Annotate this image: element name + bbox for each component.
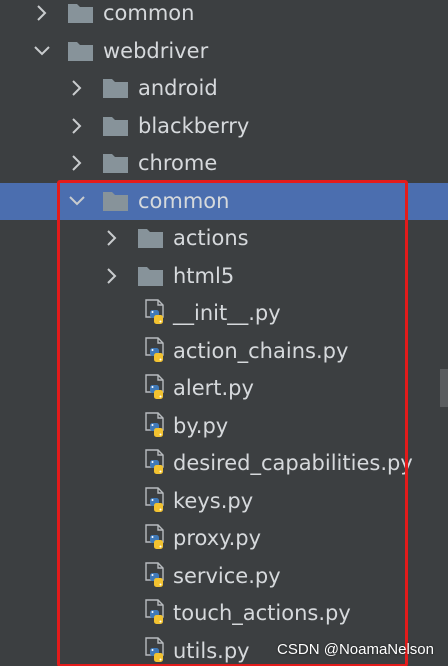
chevron-right-icon[interactable] xyxy=(102,228,122,248)
python-file-icon xyxy=(143,636,169,666)
tree-row[interactable]: html5 xyxy=(0,258,448,295)
tree-row[interactable]: proxy.py xyxy=(0,520,448,557)
tree-row[interactable]: touch_actions.py xyxy=(0,595,448,632)
tree-row[interactable]: by.py xyxy=(0,408,448,445)
chevron-right-icon[interactable] xyxy=(32,3,52,23)
python-file-icon xyxy=(143,336,169,370)
tree-row[interactable]: keys.py xyxy=(0,483,448,520)
chevron-right-icon[interactable] xyxy=(67,78,87,98)
tree-item-label: keys.py xyxy=(173,488,254,513)
tree-item-label: utils.py xyxy=(173,638,250,663)
tree-item-label: common xyxy=(103,1,195,25)
tree-item-label: by.py xyxy=(173,413,229,438)
tree-row[interactable]: actions xyxy=(0,220,448,257)
chevron-down-icon[interactable] xyxy=(67,191,87,211)
folder-icon xyxy=(137,227,164,254)
tree-item-label: chrome xyxy=(138,151,218,175)
tree-row[interactable]: desired_capabilities.py xyxy=(0,445,448,482)
tree-item-label: common xyxy=(138,188,230,213)
tree-row[interactable]: action_chains.py xyxy=(0,333,448,370)
python-file-icon xyxy=(143,599,169,632)
tree-row[interactable]: webdriver xyxy=(0,33,448,70)
project-tree: common webdriver android blackberry chro… xyxy=(0,0,448,666)
python-file-icon xyxy=(143,411,169,445)
python-file-icon xyxy=(143,524,169,557)
folder-icon xyxy=(102,152,129,179)
tree-item-label: touch_actions.py xyxy=(173,601,351,625)
tree-item-label: action_chains.py xyxy=(173,338,349,363)
tree-row[interactable]: android xyxy=(0,70,448,107)
chevron-right-icon[interactable] xyxy=(67,153,87,173)
python-file-icon xyxy=(143,561,169,595)
tree-row[interactable]: service.py xyxy=(0,558,448,595)
tree-row[interactable]: __init__.py xyxy=(0,295,448,332)
chevron-right-icon[interactable] xyxy=(67,116,87,136)
tree-row[interactable]: common xyxy=(0,0,448,32)
folder-icon xyxy=(102,115,129,142)
tree-item-label: __init__.py xyxy=(173,301,281,325)
python-file-icon xyxy=(143,486,169,520)
python-file-icon xyxy=(143,374,169,407)
tree-row[interactable]: chrome xyxy=(0,145,448,182)
tree-row[interactable]: alert.py xyxy=(0,370,448,407)
tree-item-label: android xyxy=(138,76,218,100)
chevron-right-icon[interactable] xyxy=(102,266,122,286)
folder-icon xyxy=(67,2,94,29)
tree-item-label: proxy.py xyxy=(173,526,261,550)
chevron-down-icon[interactable] xyxy=(32,41,52,61)
folder-icon xyxy=(102,190,129,217)
tree-item-label: alert.py xyxy=(173,376,254,400)
python-file-icon xyxy=(143,449,169,482)
tree-item-label: desired_capabilities.py xyxy=(173,451,413,475)
python-file-icon xyxy=(143,299,169,332)
folder-icon xyxy=(67,40,94,67)
vertical-scrollbar-thumb[interactable] xyxy=(440,369,448,407)
folder-icon xyxy=(102,77,129,104)
watermark: CSDN @NoamaNelson xyxy=(277,641,434,658)
tree-row[interactable]: blackberry xyxy=(0,108,448,145)
tree-item-label: html5 xyxy=(173,263,235,288)
tree-item-label: service.py xyxy=(173,563,281,588)
tree-item-label: webdriver xyxy=(103,38,209,63)
tree-item-label: actions xyxy=(173,226,249,250)
tree-item-label: blackberry xyxy=(138,113,250,138)
tree-row[interactable]: common xyxy=(0,182,448,220)
folder-icon xyxy=(137,265,164,292)
